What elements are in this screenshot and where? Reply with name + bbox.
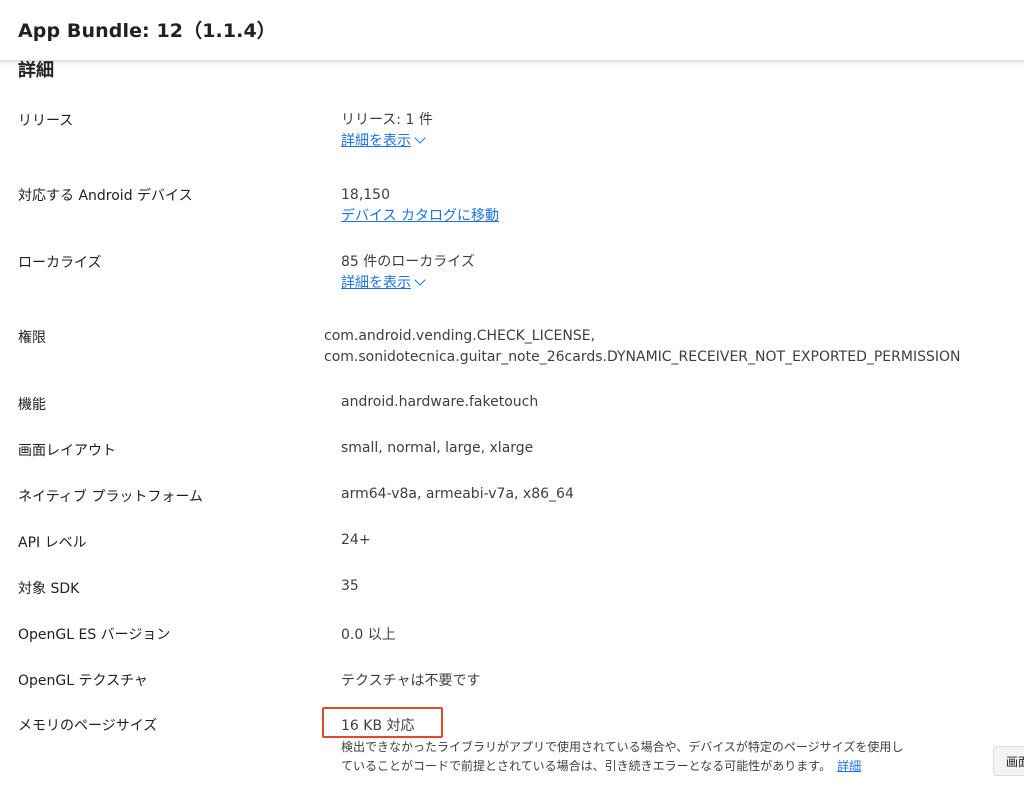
opengl-texture-label: OpenGL テクスチャ (18, 673, 148, 689)
chevron-down-icon (414, 132, 426, 144)
localize-details-link[interactable]: 詳細を表示 (341, 273, 426, 294)
permission-item: com.sonidotecnica.guitar_note_26cards.DY… (324, 349, 961, 365)
chevron-down-icon (414, 274, 426, 286)
note-line: ていることがコードで前提とされている場合は、引き続きエラーとなる可能性があります… (341, 759, 832, 773)
opengl-es-label: OpenGL ES バージョン (18, 627, 171, 643)
release-details-link-label: 詳細を表示 (341, 133, 411, 149)
devices-count: 18,150 (341, 187, 390, 203)
release-count: リリース: 1 件 (341, 112, 433, 128)
memory-page-size-label: メモリのページサイズ (18, 718, 158, 734)
features-label: 機能 (18, 397, 46, 413)
opengl-texture-value: テクスチャは不要です (341, 673, 481, 689)
api-level-value: 24+ (341, 532, 371, 548)
target-sdk-label: 対象 SDK (18, 581, 80, 597)
native-platform-label: ネイティブ プラットフォーム (18, 489, 203, 505)
page-title: App Bundle: 12（1.1.4） (18, 20, 276, 42)
localize-value-block: 85 件のローカライズ 詳細を表示 (341, 252, 475, 294)
target-sdk-value: 35 (341, 578, 359, 594)
memory-page-size-note: 検出できなかったライブラリがアプリで使用されている場合や、デバイスが特定のページ… (341, 738, 961, 776)
memory-page-size-value: 16 KB 対応 (341, 718, 415, 734)
permissions-label: 権限 (18, 330, 46, 346)
note-line: 検出できなかったライブラリがアプリで使用されている場合や、デバイスが特定のページ… (341, 740, 904, 754)
localize-label: ローカライズ (18, 255, 102, 271)
release-value-block: リリース: 1 件 詳細を表示 (341, 110, 433, 152)
screen-layout-value: small, normal, large, xlarge (341, 440, 534, 456)
release-details-link[interactable]: 詳細を表示 (341, 131, 426, 152)
native-platform-value: arm64-v8a, armeabi-v7a, x86_64 (341, 486, 574, 502)
permissions-value-block: com.android.vending.CHECK_LICENSE, com.s… (324, 326, 960, 368)
devices-value-block: 18,150 デバイス カタログに移動 (341, 185, 499, 227)
dialog-header: App Bundle: 12（1.1.4） (0, 0, 1024, 61)
side-button[interactable]: 画面 (993, 746, 1024, 776)
note-details-link[interactable]: 詳細 (837, 759, 861, 773)
localize-count: 85 件のローカライズ (341, 254, 475, 270)
opengl-es-value: 0.0 以上 (341, 627, 396, 643)
localize-details-link-label: 詳細を表示 (341, 275, 411, 291)
devices-label: 対応する Android デバイス (18, 188, 193, 204)
device-catalog-link[interactable]: デバイス カタログに移動 (341, 206, 499, 227)
release-label: リリース (18, 113, 74, 129)
screen-layout-label: 画面レイアウト (18, 443, 116, 459)
api-level-label: API レベル (18, 535, 87, 551)
features-value: android.hardware.faketouch (341, 394, 539, 410)
permission-item: com.android.vending.CHECK_LICENSE, (324, 328, 595, 344)
